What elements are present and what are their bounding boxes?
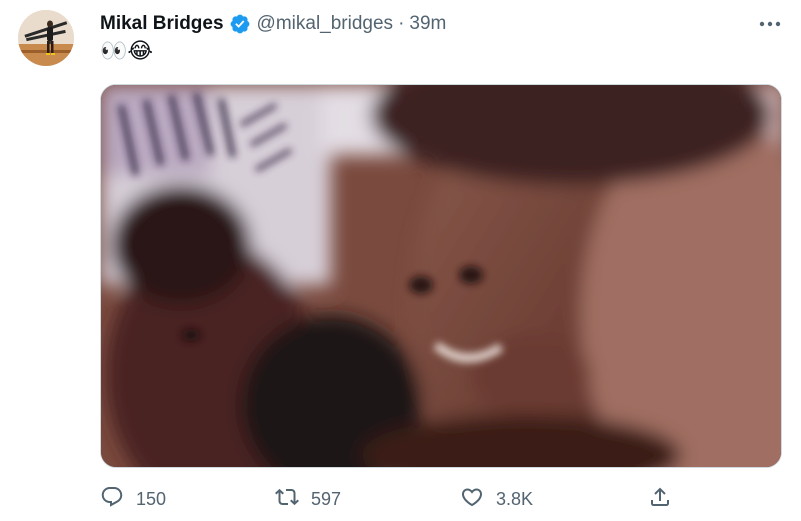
tweet-media-image[interactable] [100, 84, 782, 468]
tweet: Mikal Bridges @mikal_bridges · 39m 👀😂 15… [0, 0, 801, 521]
tweet-header: Mikal Bridges @mikal_bridges · 39m [100, 11, 446, 37]
share-button[interactable] [648, 484, 672, 514]
separator-dot: · [398, 13, 405, 34]
display-name[interactable]: Mikal Bridges [100, 13, 224, 35]
timestamp[interactable]: 39m [409, 13, 446, 35]
avatar[interactable] [18, 10, 74, 66]
retweet-count: 597 [311, 488, 342, 509]
share-icon [648, 485, 672, 514]
retweet-icon [275, 485, 299, 514]
author-handle[interactable]: @mikal_bridges [257, 13, 394, 35]
reply-count: 150 [136, 488, 167, 509]
verified-badge-icon [229, 13, 251, 35]
retweet-button[interactable]: 597 [275, 484, 341, 514]
like-count: 3.8K [496, 488, 534, 509]
tweet-text: 👀😂 [100, 39, 154, 64]
reply-icon [100, 485, 124, 514]
like-button[interactable]: 3.8K [460, 484, 533, 514]
like-icon [460, 485, 484, 514]
tweet-actions: 150 597 3.8K [100, 484, 700, 514]
more-options-icon[interactable] [756, 12, 784, 36]
reply-button[interactable]: 150 [100, 484, 166, 514]
